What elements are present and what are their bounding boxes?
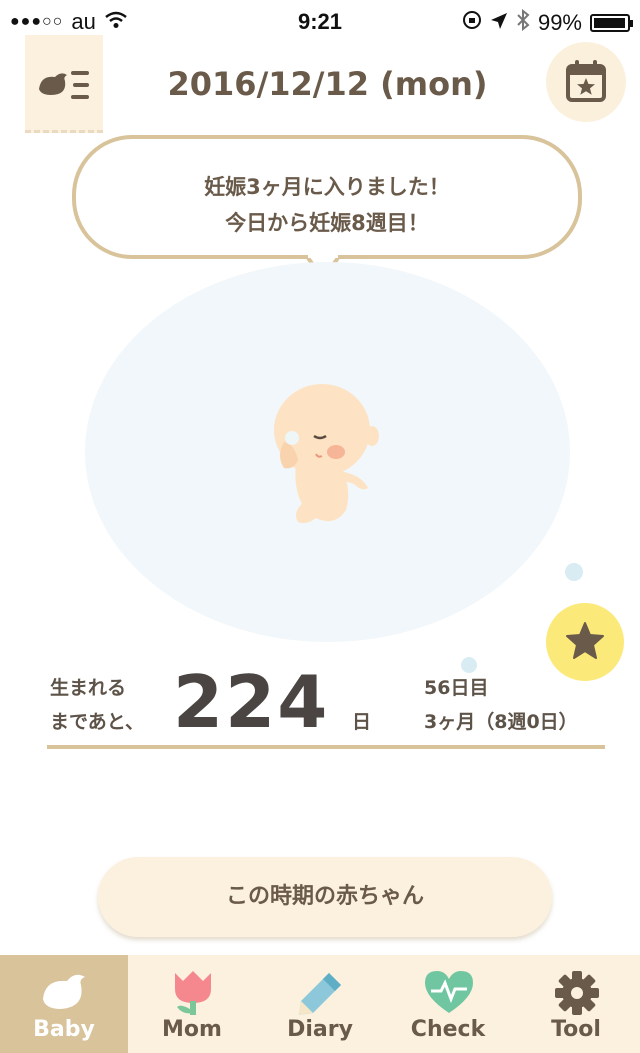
days-unit: 日 [352, 711, 372, 733]
location-arrow-icon [490, 10, 508, 36]
tab-check[interactable]: Check [384, 955, 512, 1053]
pencil-icon [299, 973, 341, 1015]
battery-icon [590, 14, 633, 32]
tab-label: Diary [287, 1017, 353, 1042]
tab-diary[interactable]: Diary [256, 955, 384, 1053]
tab-label: Mom [162, 1017, 222, 1042]
floating-bubble [565, 563, 583, 581]
tab-mom[interactable]: Mom [128, 955, 256, 1053]
calendar-button[interactable] [546, 42, 626, 122]
countdown-label-line-1: 生まれる [50, 677, 127, 699]
tulip-icon [175, 971, 211, 1015]
page-title: 2016/12/12 (mon) [167, 65, 488, 103]
message-line-2: 今日から妊娠8週目！ [225, 211, 429, 235]
baby-illustration[interactable] [262, 372, 382, 532]
status-right: 99% [462, 8, 633, 37]
baby-this-period-button[interactable]: この時期の赤ちゃん [98, 857, 552, 937]
divider [47, 745, 605, 749]
rotation-lock-icon [462, 10, 482, 36]
tab-baby[interactable]: Baby [0, 955, 128, 1053]
bluetooth-icon [516, 8, 530, 37]
countdown-label-line-2: まであと、 [50, 711, 145, 733]
tab-label: Tool [551, 1017, 601, 1042]
battery-percent: 99% [537, 10, 582, 35]
tab-bar: Baby Mom Diary Check Tool [0, 955, 640, 1053]
pregnancy-month-week: 3ヶ月（8週0日） [424, 711, 578, 733]
tab-tool[interactable]: Tool [512, 955, 640, 1053]
tab-label: Baby [33, 1017, 95, 1042]
pregnancy-day-count: 56日目 [424, 677, 489, 699]
heart-pulse-icon [425, 971, 473, 1013]
star-icon [566, 622, 604, 659]
calendar-star-icon [566, 60, 606, 102]
bird-icon [43, 974, 85, 1009]
days-remaining: 224 [173, 660, 330, 744]
tab-label: Check [410, 1017, 486, 1042]
favorite-star-button[interactable] [546, 603, 624, 681]
message-line-1: 妊娠3ヶ月に入りました！ [204, 175, 450, 199]
floating-bubble [461, 657, 477, 673]
gear-icon [555, 971, 599, 1015]
message-bubble: 妊娠3ヶ月に入りました！ 今日から妊娠8週目！ [72, 135, 582, 259]
